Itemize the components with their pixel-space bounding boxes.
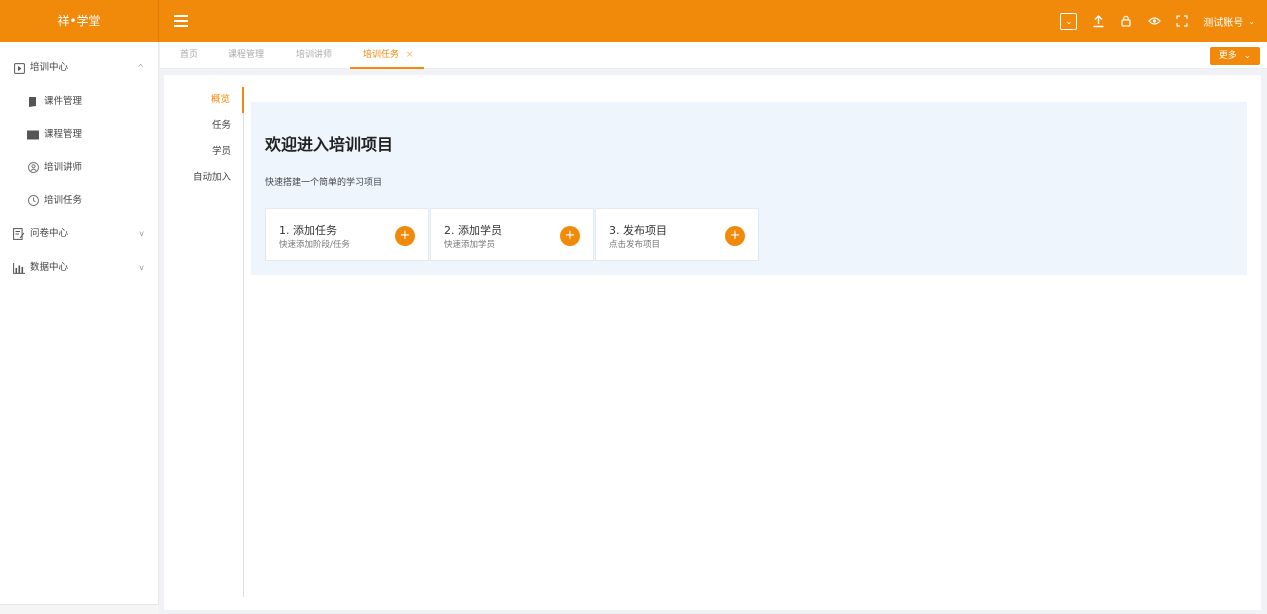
lock-icon[interactable]: [1119, 14, 1133, 28]
sidebar-item-label: 培训讲师: [44, 162, 83, 173]
top-bar: 祥•学堂 ⌄ 测试账号 ⌄: [0, 0, 1267, 42]
tab-home[interactable]: 首页: [180, 42, 198, 69]
panel-subtitle: 快速搭建一个简单的学习项目: [265, 178, 383, 188]
card-title: 2. 添加学员: [444, 224, 502, 237]
user-circle-icon: [27, 162, 39, 174]
sidebar-item-label: 课件管理: [44, 96, 83, 107]
step-card-add-task[interactable]: 1. 添加任务 快速添加阶段/任务 +: [265, 208, 429, 261]
top-actions: ⌄ 测试账号 ⌄: [1060, 0, 1255, 42]
sidebar-group-training[interactable]: 培训中心 ^: [0, 51, 158, 85]
upload-icon[interactable]: [1091, 14, 1105, 28]
plus-icon[interactable]: +: [725, 226, 745, 246]
play-box-icon: [13, 62, 25, 74]
chevron-down-icon: v: [139, 263, 144, 272]
card-title: 3. 发布项目: [609, 224, 667, 237]
sidebar-group-label: 培训中心: [30, 62, 69, 73]
chevron-up-icon: ^: [137, 63, 144, 72]
card-title: 1. 添加任务: [279, 224, 337, 237]
book-icon: [27, 129, 39, 141]
clock-icon: [27, 195, 39, 207]
step-card-add-student[interactable]: 2. 添加学员 快速添加学员 +: [430, 208, 594, 261]
sidebar-group-label: 数据中心: [30, 262, 69, 273]
card-desc: 快速添加阶段/任务: [279, 240, 350, 250]
chevron-down-icon: v: [139, 229, 144, 238]
plus-icon[interactable]: +: [560, 226, 580, 246]
dropdown-box-icon[interactable]: ⌄: [1060, 12, 1078, 30]
step-card-publish[interactable]: 3. 发布项目 点击发布项目 +: [595, 208, 759, 261]
more-button[interactable]: 更多 ⌄: [1210, 47, 1260, 65]
sidebar-item-task[interactable]: 培训任务: [0, 184, 158, 217]
chevron-down-icon: ⌄: [1243, 51, 1252, 61]
user-name: 测试账号: [1203, 17, 1244, 29]
side-tabs: 概览 任务 学员 自动加入: [164, 87, 244, 597]
side-tab-overview[interactable]: 概览: [164, 87, 244, 113]
tab-training-task[interactable]: 培训任务 ×: [350, 42, 424, 69]
panel-title: 欢迎进入培训项目: [265, 135, 394, 154]
card-desc: 点击发布项目: [609, 240, 661, 250]
eye-icon[interactable]: [1147, 14, 1161, 28]
plus-icon[interactable]: +: [395, 226, 415, 246]
sidebar-item-label: 课程管理: [44, 129, 83, 140]
sidebar-item-label: 培训任务: [44, 195, 83, 206]
menu-toggle-icon[interactable]: [174, 15, 188, 27]
fullscreen-icon[interactable]: [1175, 14, 1189, 28]
page-tabs: 首页 课程管理 培训讲师 培训任务 × 更多 ⌄: [160, 42, 1267, 69]
tab-lecturer[interactable]: 培训讲师: [296, 42, 332, 69]
sidebar-item-courseware[interactable]: 课件管理: [0, 85, 158, 118]
sidebar-item-lecturer[interactable]: 培训讲师: [0, 151, 158, 184]
survey-edit-icon: [13, 228, 25, 240]
user-account[interactable]: 测试账号 ⌄: [1203, 14, 1255, 29]
bar-chart-icon: [13, 262, 25, 274]
main-content: 概览 任务 学员 自动加入 欢迎进入培训项目 快速搭建一个简单的学习项目 1. …: [164, 75, 1261, 610]
sidebar-item-course[interactable]: 课程管理: [0, 118, 158, 151]
side-tab-task[interactable]: 任务: [164, 113, 243, 139]
sidebar-group-label: 问卷中心: [30, 228, 69, 239]
sidebar: 培训中心 ^ 课件管理 课程管理 培训讲师 培训任务 问卷中心 v 数据中心 v: [0, 42, 159, 614]
close-icon[interactable]: ×: [406, 50, 414, 60]
horizontal-scrollbar[interactable]: [0, 604, 159, 614]
chevron-down-icon: ⌄: [1248, 16, 1255, 26]
sidebar-group-data[interactable]: 数据中心 v: [0, 251, 158, 285]
tab-course[interactable]: 课程管理: [228, 42, 264, 69]
sidebar-group-survey[interactable]: 问卷中心 v: [0, 217, 158, 251]
side-tab-student[interactable]: 学员: [164, 139, 243, 165]
side-tab-auto-join[interactable]: 自动加入: [164, 165, 243, 191]
card-desc: 快速添加学员: [444, 240, 496, 250]
more-button-label: 更多: [1218, 51, 1237, 61]
tab-label: 培训任务: [363, 50, 400, 60]
app-logo[interactable]: 祥•学堂: [0, 0, 159, 42]
welcome-panel: 欢迎进入培训项目 快速搭建一个简单的学习项目 1. 添加任务 快速添加阶段/任务…: [251, 102, 1247, 275]
courseware-icon: [27, 96, 39, 108]
step-cards: 1. 添加任务 快速添加阶段/任务 + 2. 添加学员 快速添加学员 + 3. …: [265, 208, 759, 261]
